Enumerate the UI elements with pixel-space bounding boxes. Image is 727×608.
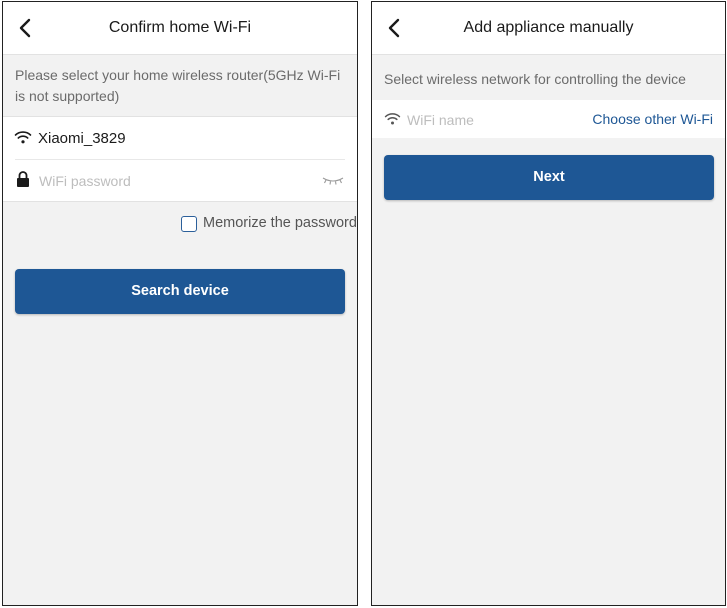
- router-hint-text: Please select your home wireless router(…: [15, 67, 341, 104]
- confirm-wifi-screen: Confirm home Wi-Fi Please select your ho…: [2, 1, 358, 606]
- ssid-row[interactable]: Xiaomi_3829: [3, 117, 357, 159]
- add-appliance-screen: Add appliance manually Select wireless n…: [371, 1, 726, 606]
- network-hint-text: Select wireless network for controlling …: [384, 71, 686, 87]
- eye-closed-icon[interactable]: [321, 174, 345, 186]
- password-row[interactable]: WiFi password: [3, 160, 357, 200]
- wifi-credentials-card: Xiaomi_3829 WiFi password: [3, 116, 357, 202]
- choose-other-wifi-link[interactable]: Choose other Wi-Fi: [592, 111, 713, 127]
- back-chevron-icon[interactable]: [382, 14, 408, 42]
- wifi-name-input[interactable]: WiFi name: [407, 112, 474, 128]
- memorize-password-checkbox[interactable]: [181, 216, 197, 232]
- wifi-icon: [384, 113, 401, 125]
- password-input[interactable]: WiFi password: [39, 173, 131, 189]
- lock-icon: [17, 171, 29, 187]
- next-button[interactable]: Next: [384, 155, 714, 200]
- header: Add appliance manually: [372, 2, 725, 55]
- header: Confirm home Wi-Fi: [3, 2, 357, 55]
- memorize-password-label[interactable]: Memorize the password: [203, 215, 357, 231]
- wifi-name-row[interactable]: WiFi name Choose other Wi-Fi: [372, 100, 725, 138]
- ssid-name: Xiaomi_3829: [38, 130, 126, 147]
- wifi-icon: [14, 131, 32, 144]
- search-device-button[interactable]: Search device: [15, 269, 345, 314]
- page-title: Add appliance manually: [463, 19, 634, 36]
- back-chevron-icon[interactable]: [13, 14, 39, 42]
- page-title: Confirm home Wi-Fi: [108, 19, 252, 36]
